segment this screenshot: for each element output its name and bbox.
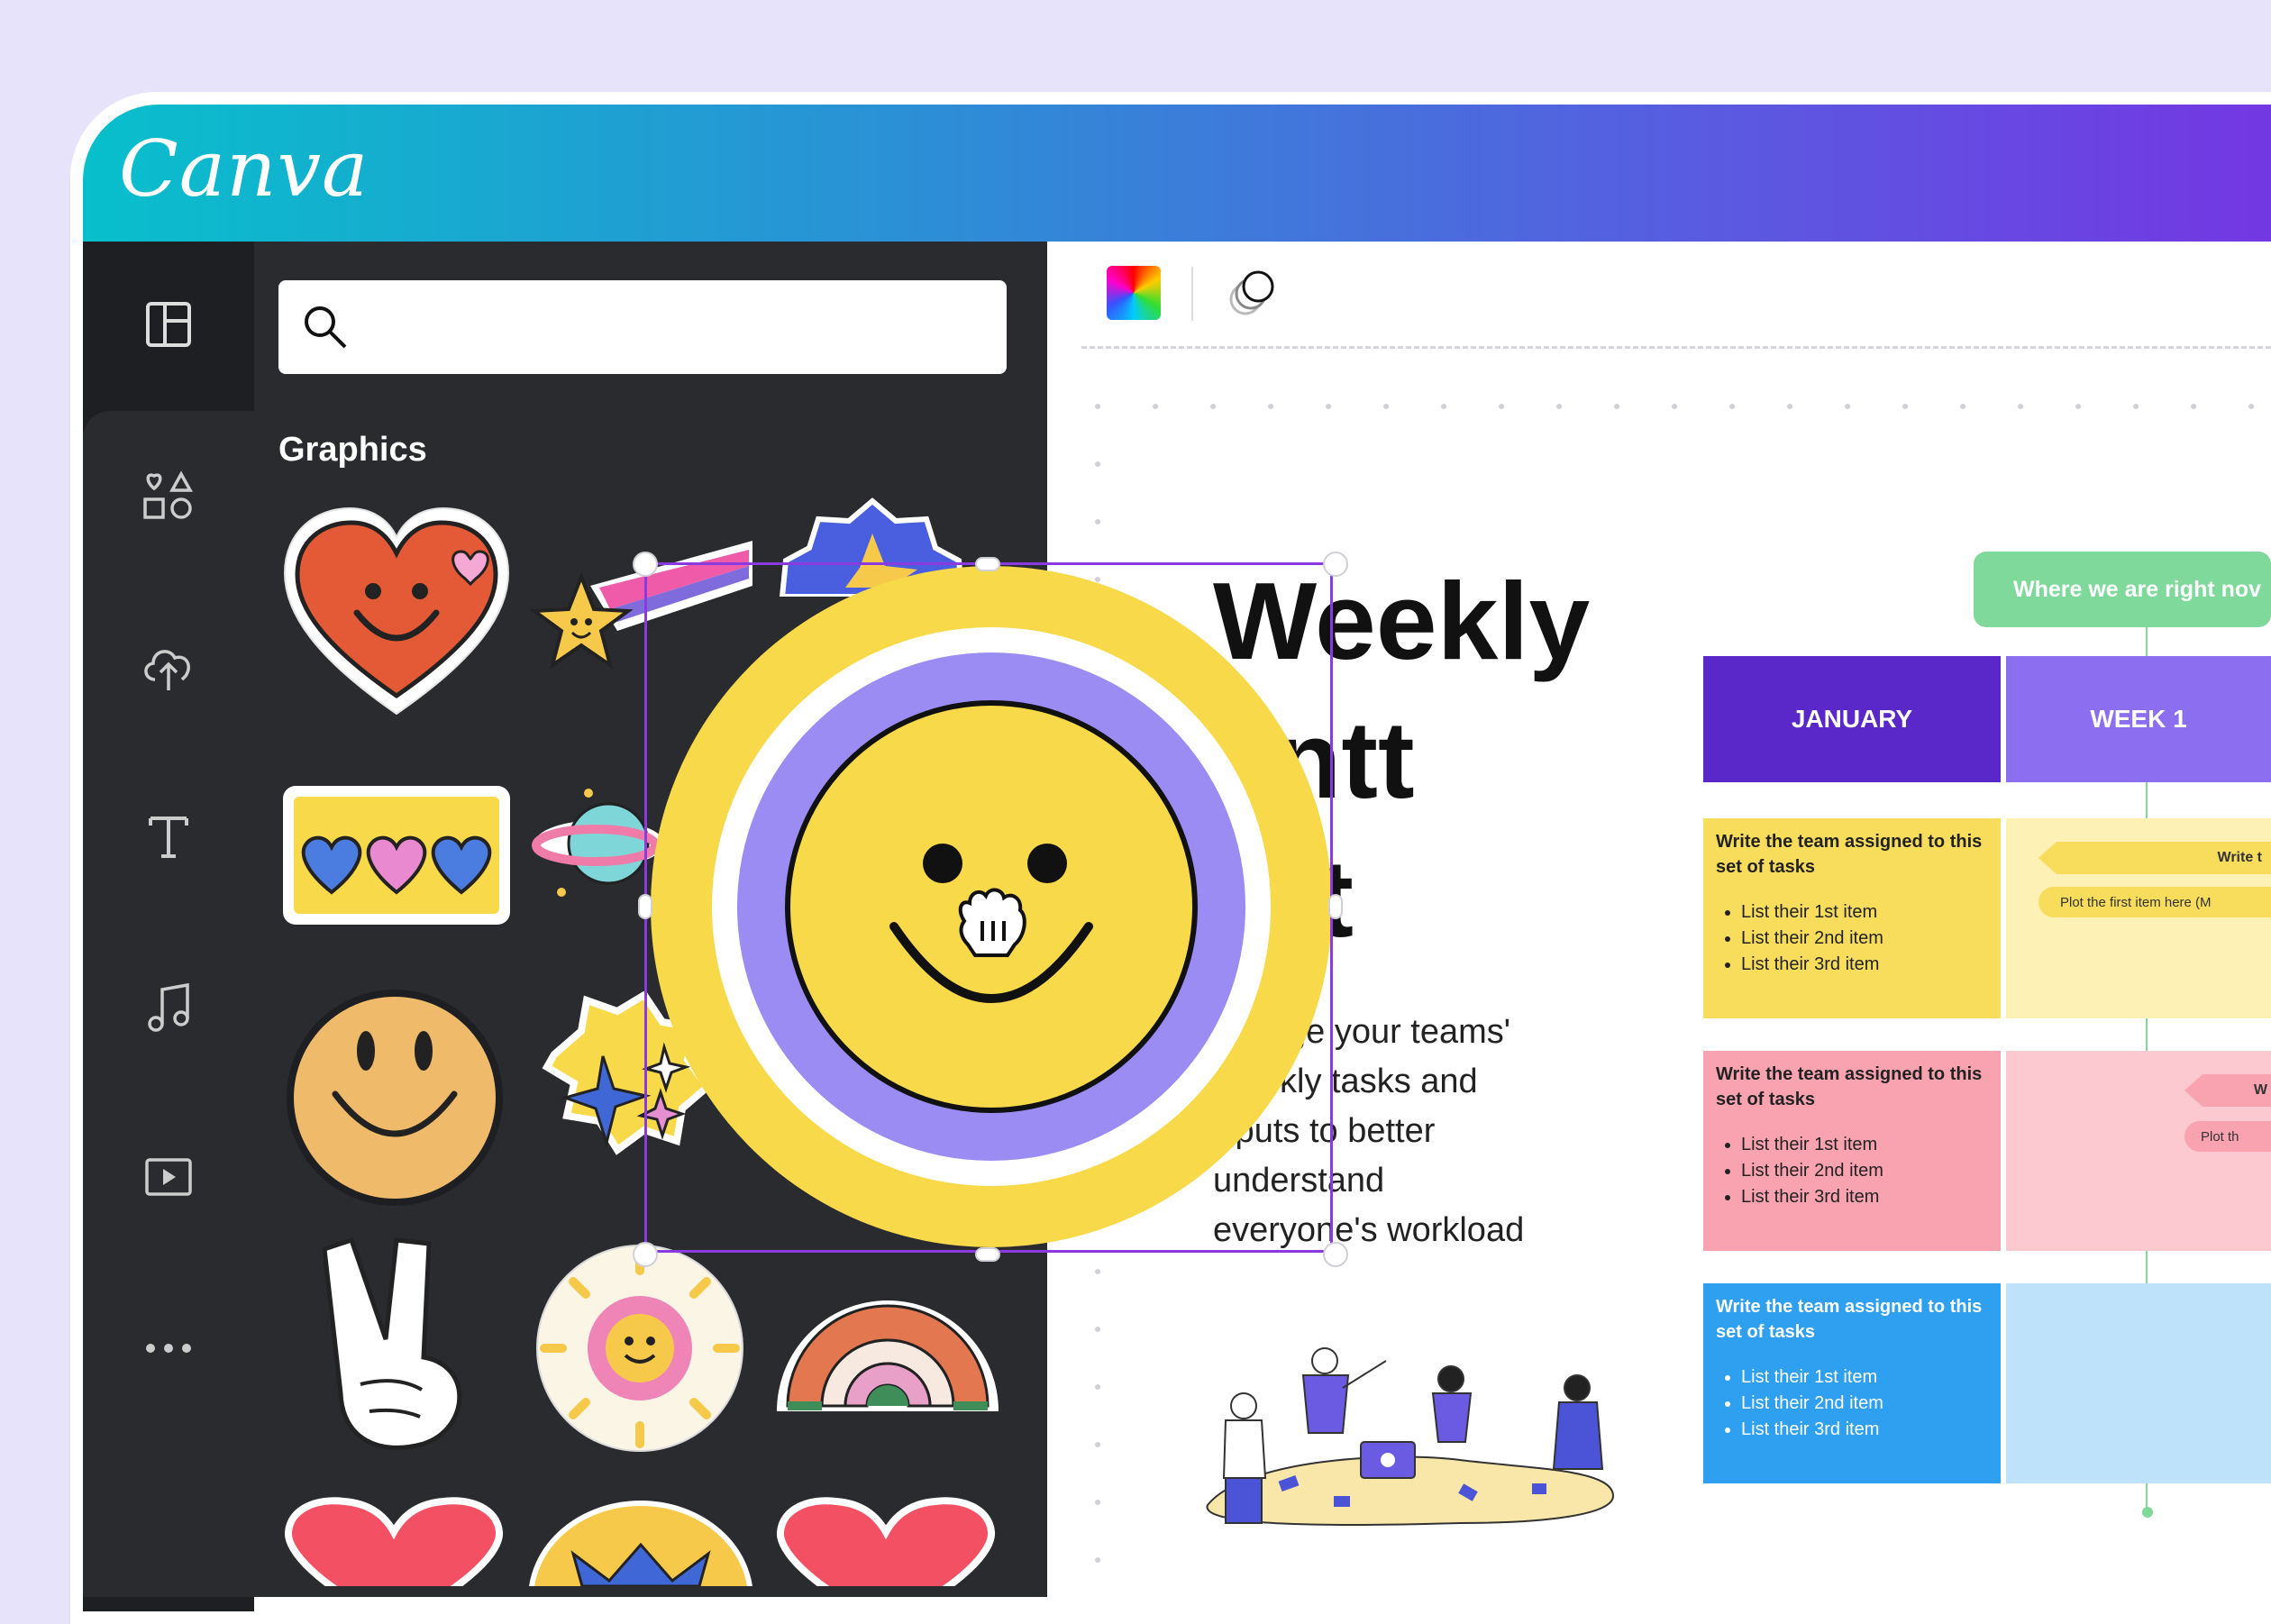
peace-hand-sticker[interactable] [315, 1231, 478, 1456]
timeline-bar-row-2[interactable]: W [2184, 1074, 2271, 1107]
video-icon[interactable] [131, 1139, 206, 1215]
team-illustration [1206, 1347, 1615, 1526]
timeline-cell-row-3 [2006, 1283, 2271, 1483]
search-box[interactable] [278, 280, 1007, 374]
search-input[interactable] [360, 298, 976, 354]
task-item: List their 3rd item [1741, 1184, 1988, 1210]
text-icon[interactable] [131, 798, 206, 874]
top-bar: Canva [83, 105, 2271, 242]
resize-handle-bottom-right[interactable] [1323, 1242, 1348, 1267]
task-item: List their 2nd item [1741, 1158, 1988, 1184]
grab-hand-cursor-icon [958, 888, 1026, 957]
resize-handle-left[interactable] [638, 894, 652, 919]
red-heart-sticker[interactable] [281, 1496, 506, 1586]
resize-handle-top-left[interactable] [633, 552, 658, 577]
layout-icon[interactable] [131, 287, 206, 362]
color-picker-icon[interactable] [1107, 266, 1161, 320]
task-item: List their 2nd item [1741, 926, 1988, 952]
heart-smiley-sticker[interactable] [279, 505, 514, 721]
rainbow-sticker[interactable] [773, 1280, 1002, 1413]
hearts-bar-sticker[interactable] [281, 784, 512, 926]
elements-icon[interactable] [131, 458, 206, 534]
task-team-title: Write the team assigned to this set of t… [1716, 1297, 1983, 1342]
sun-sticker[interactable] [528, 1240, 753, 1456]
red-heart-sticker-2[interactable] [773, 1496, 999, 1586]
resize-handle-bottom-left[interactable] [633, 1242, 658, 1267]
header-week-1[interactable]: WEEK 1 [2006, 656, 2271, 782]
timeline-bar-row-1[interactable]: Write t [2038, 842, 2271, 874]
task-item: List their 1st item [1741, 899, 1988, 926]
task-item: List their 2nd item [1741, 1391, 1988, 1417]
task-team-title: Write the team assigned to this set of t… [1716, 1064, 1983, 1109]
resize-handle-bottom[interactable] [975, 1247, 1000, 1262]
graphics-section-title: Graphics [278, 431, 427, 469]
crown-sticker[interactable] [528, 1500, 753, 1586]
task-row-2[interactable]: Write the team assigned to this set of t… [1703, 1051, 2001, 1251]
timeline-bar-sub-row-2[interactable]: Plot th [2184, 1121, 2271, 1152]
planet-sticker[interactable] [527, 784, 662, 910]
upload-cloud-icon[interactable] [131, 629, 206, 705]
more-icon[interactable] [131, 1310, 206, 1386]
smiley-face-sticker[interactable] [279, 988, 512, 1208]
toolbar-divider [1191, 267, 1193, 321]
ruler [1081, 346, 2271, 351]
task-item: List their 1st item [1741, 1364, 1988, 1391]
task-item: List their 1st item [1741, 1132, 1988, 1158]
header-january[interactable]: JANUARY [1703, 656, 2001, 782]
transparency-icon[interactable] [1226, 267, 1280, 325]
timeline-bar-sub-row-1[interactable]: Plot the first item here (M [2038, 887, 2271, 917]
canva-logo[interactable]: Canva [119, 124, 369, 214]
task-team-title: Write the team assigned to this set of t… [1716, 832, 1983, 877]
now-indicator-dot [2142, 1507, 2153, 1518]
task-row-3[interactable]: Write the team assigned to this set of t… [1703, 1283, 2001, 1483]
search-icon [300, 302, 351, 357]
now-indicator-label[interactable]: Where we are right nov [1974, 552, 2271, 627]
resize-handle-top[interactable] [975, 557, 1000, 571]
resize-handle-top-right[interactable] [1323, 552, 1348, 577]
resize-handle-right[interactable] [1328, 894, 1343, 919]
task-row-1[interactable]: Write the team assigned to this set of t… [1703, 818, 2001, 1018]
task-item: List their 3rd item [1741, 952, 1988, 978]
task-item: List their 3rd item [1741, 1417, 1988, 1443]
music-icon[interactable] [131, 970, 206, 1045]
